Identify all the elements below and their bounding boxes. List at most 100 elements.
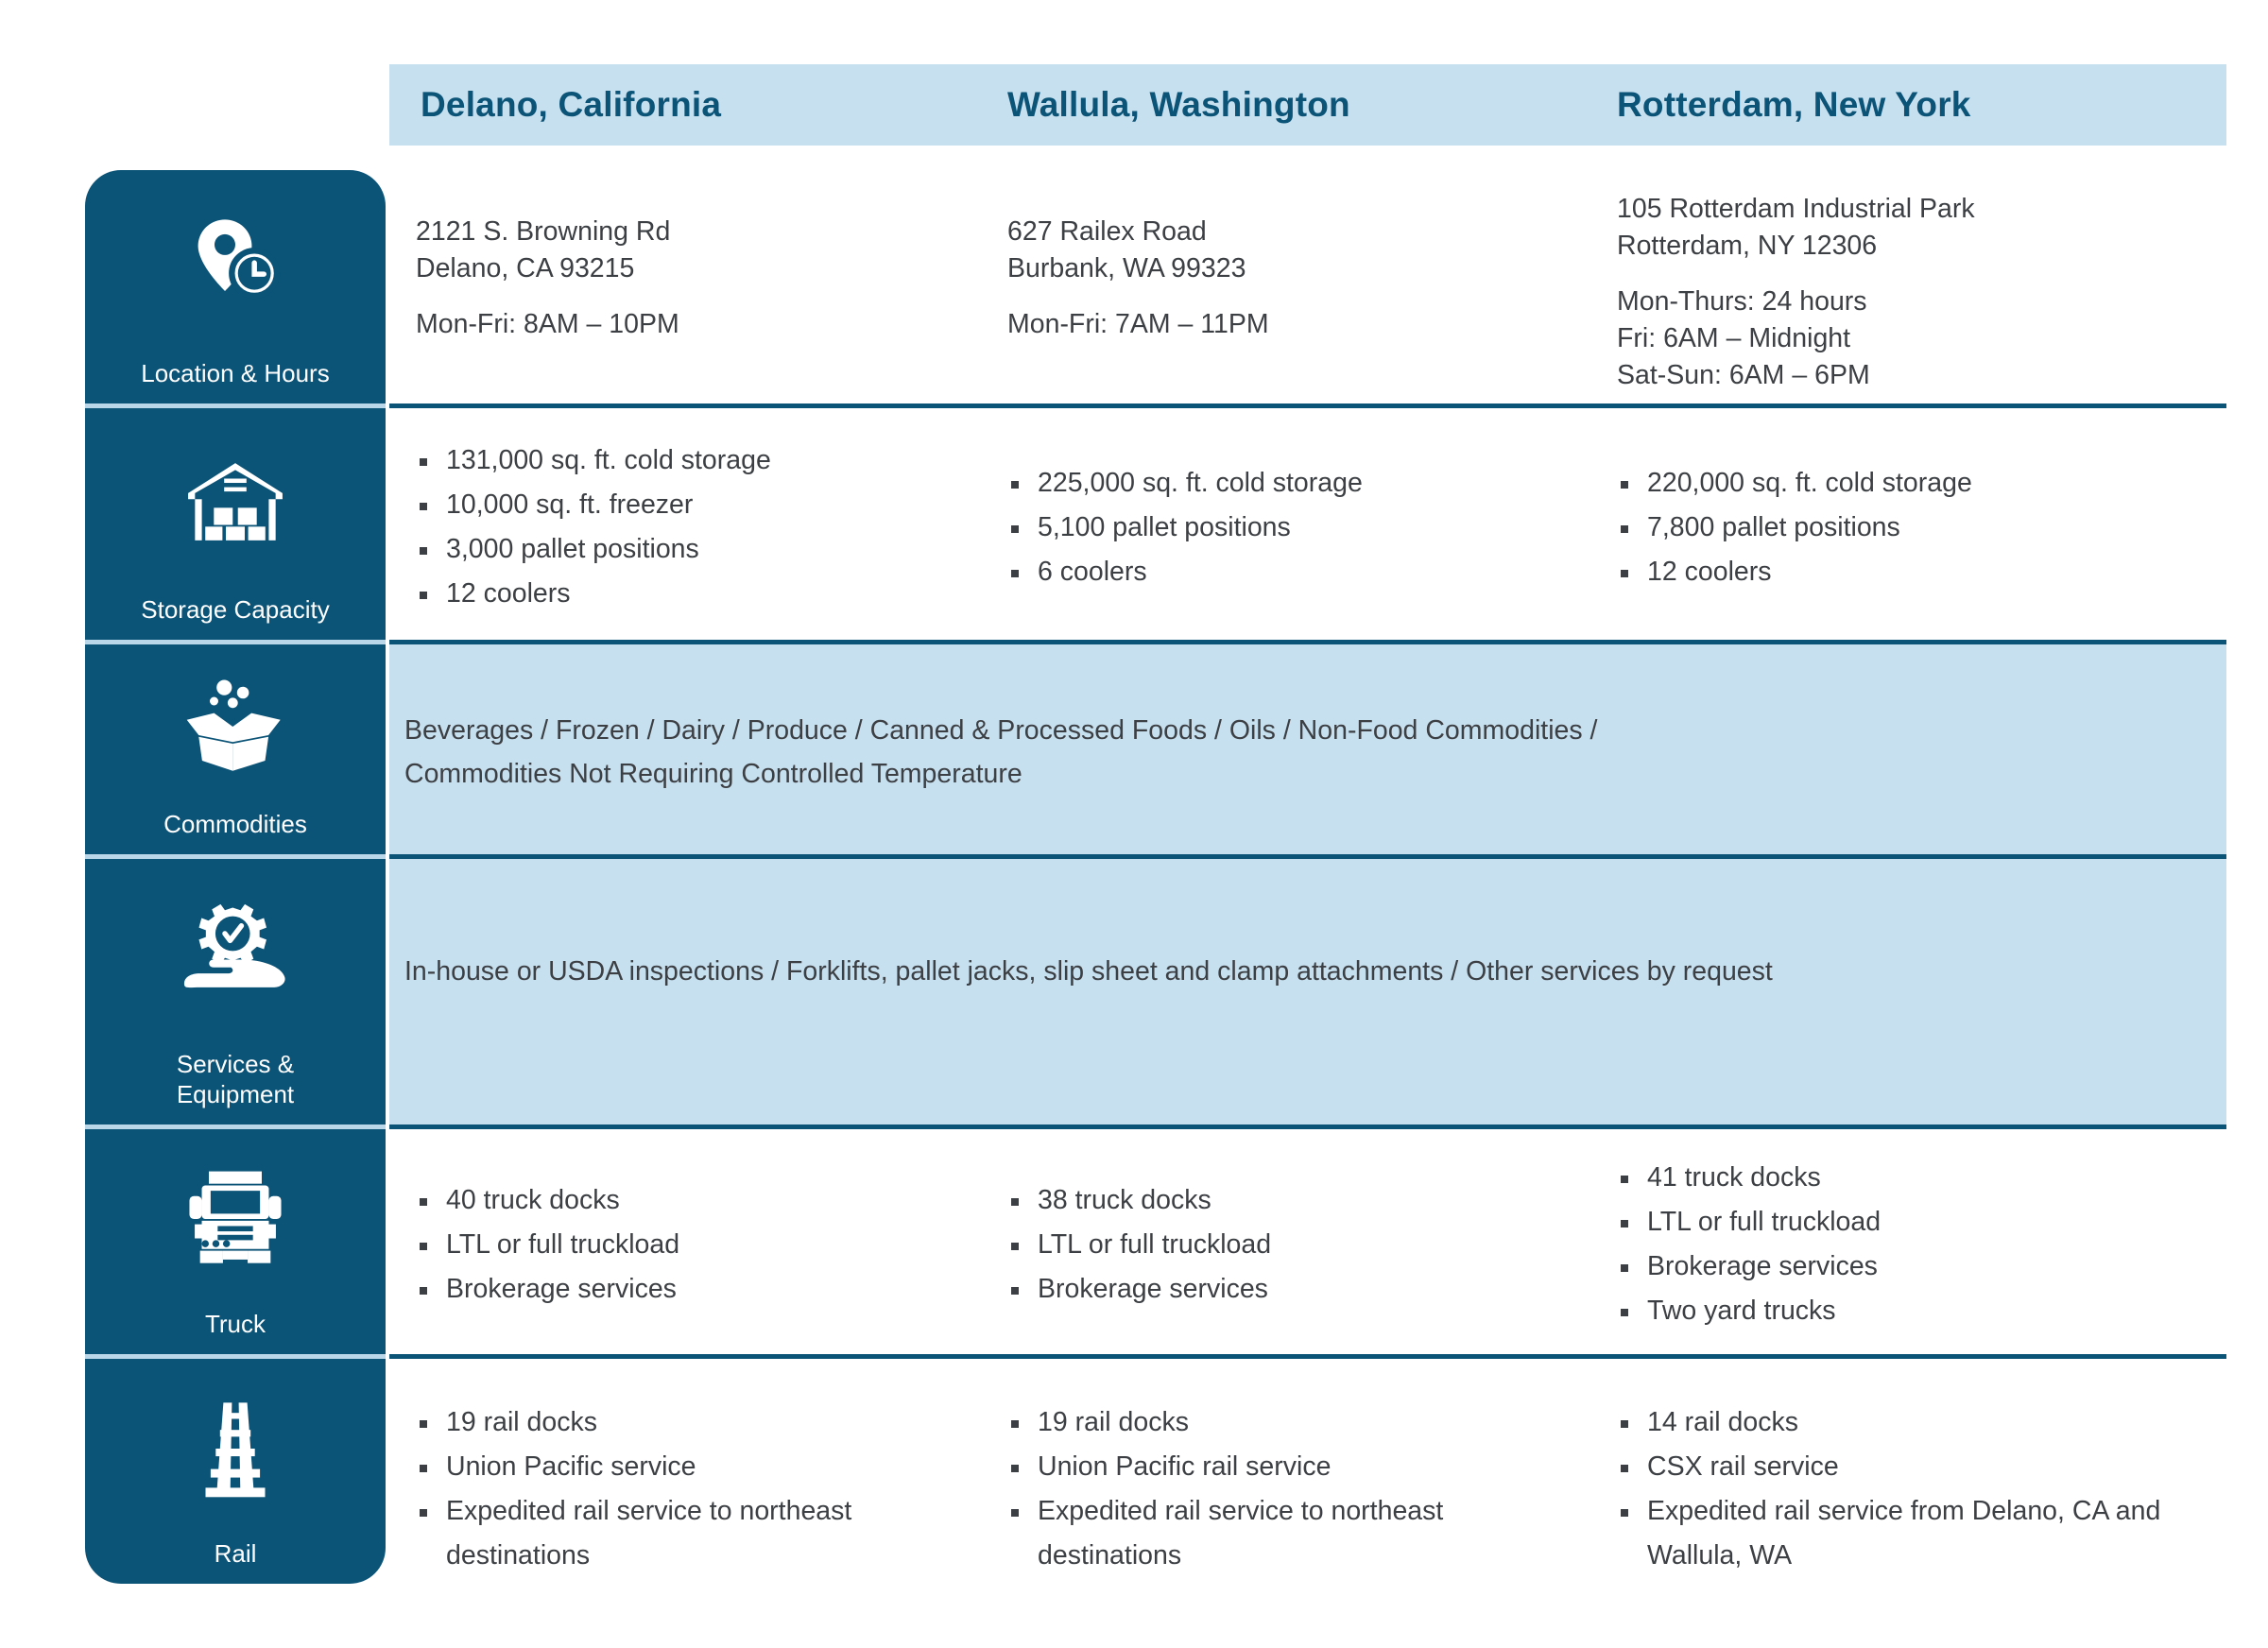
cell-storage-capacity-col2: 225,000 sq. ft. cold storage 5,100 pallet… xyxy=(985,408,1594,640)
paragraph-block: Beverages / Frozen / Dairy / Produce / C… xyxy=(404,644,2206,796)
cell-rail-col3: 14 rail docks CSX rail service Expedited r… xyxy=(1594,1359,2226,1584)
bullet-list: 19 rail docks Union Pacific rail service E… xyxy=(1007,1359,1594,1578)
address-line: 627 Railex Road xyxy=(1007,216,1207,247)
row-content-rail: 19 rail docks Union Pacific service Expedi… xyxy=(389,1359,2226,1584)
row-label-line: Services & xyxy=(176,1050,295,1078)
bullet-item: Brokerage services xyxy=(1007,1267,1594,1312)
bullet-list: 131,000 sq. ft. cold storage 10,000 sq. f… xyxy=(416,408,985,616)
bullet-list: 220,000 sq. ft. cold storage 7,800 pallet… xyxy=(1617,408,2226,594)
bullet-item: LTL or full truckload xyxy=(1617,1200,2226,1245)
bullet-item: 225,000 sq. ft. cold storage xyxy=(1007,461,1594,506)
address-line: 105 Rotterdam Industrial Park xyxy=(1617,194,1975,224)
bullet-list: 38 truck docks LTL or full truckload Broke… xyxy=(1007,1129,1594,1312)
open-box-icon xyxy=(85,644,386,809)
row-label-location-hours: Location & Hours xyxy=(141,359,330,387)
row-label-rail: Rail xyxy=(214,1539,257,1568)
bullet-item: 19 rail docks xyxy=(416,1400,985,1445)
location-pin-clock-icon xyxy=(85,170,386,358)
bullet-item: Expedited rail service to northeast dest… xyxy=(1007,1489,1594,1578)
address-line: Burbank, WA 99323 xyxy=(1007,253,1246,283)
bullet-item: 7,800 pallet positions xyxy=(1617,506,2226,550)
row-content-location-hours: 2121 S. Browning Rd Delano, CA 93215 Mon-F… xyxy=(389,170,2226,403)
infographic-table: Delano, California Wallula, Washington R… xyxy=(0,0,2268,1648)
cell-storage-capacity-col1: 131,000 sq. ft. cold storage 10,000 sq. f… xyxy=(389,408,985,640)
address-line: Delano, CA 93215 xyxy=(416,253,635,283)
row-icon-cell-location-hours: Location & Hours xyxy=(85,170,386,403)
cell-services-equipment-full: In-house or USDA inspections / Forklifts… xyxy=(389,859,2226,1124)
bullet-item: Brokerage services xyxy=(416,1267,985,1312)
row-content-services-equipment: In-house or USDA inspections / Forklifts… xyxy=(389,859,2226,1124)
cell-truck-col1: 40 truck docks LTL or full truckload Broke… xyxy=(389,1129,985,1354)
bullet-item: 12 coolers xyxy=(1617,550,2226,594)
bullet-item: Union Pacific service xyxy=(416,1445,985,1489)
cell-truck-col3: 41 truck docks LTL or full truckload Broke… xyxy=(1594,1129,2226,1354)
bullet-item: 5,100 pallet positions xyxy=(1007,506,1594,550)
bullet-item: 14 rail docks xyxy=(1617,1400,2226,1445)
row-label-line: Equipment xyxy=(176,1080,295,1108)
row-label-commodities: Commodities xyxy=(163,810,307,838)
bullet-list: 19 rail docks Union Pacific service Expedi… xyxy=(416,1359,985,1578)
truck-icon xyxy=(85,1129,386,1309)
paragraph-line: Commodities Not Requiring Controlled Tem… xyxy=(404,759,1022,789)
cell-truck-col2: 38 truck docks LTL or full truckload Broke… xyxy=(985,1129,1594,1354)
warehouse-icon xyxy=(85,408,386,594)
row-label-storage-capacity: Storage Capacity xyxy=(141,595,330,624)
bullet-list: 14 rail docks CSX rail service Expedited r… xyxy=(1617,1359,2226,1578)
row-label-services-equipment: Services & Equipment xyxy=(85,1049,386,1124)
bullet-item: 220,000 sq. ft. cold storage xyxy=(1617,461,2226,506)
bullet-item: Brokerage services xyxy=(1617,1245,2226,1289)
hours-line: Mon-Thurs: 24 hours xyxy=(1617,286,1867,317)
cell-location-hours-col2: 627 Railex Road Burbank, WA 99323 Mon-Fri:… xyxy=(985,170,1594,403)
row-icon-cell-rail: Rail xyxy=(85,1359,386,1584)
bullet-list: 40 truck docks LTL or full truckload Broke… xyxy=(416,1129,985,1312)
cell-storage-capacity-col3: 220,000 sq. ft. cold storage 7,800 pallet… xyxy=(1594,408,2226,640)
address-line: Rotterdam, NY 12306 xyxy=(1617,231,1878,261)
bullet-item: 19 rail docks xyxy=(1007,1400,1594,1445)
bullet-item: Expedited rail service to northeast dest… xyxy=(416,1489,985,1578)
hours-line: Fri: 6AM – Midnight xyxy=(1617,323,1851,353)
paragraph-line: In-house or USDA inspections / Forklifts… xyxy=(404,956,1773,987)
bullet-item: Expedited rail service from Delano, CA a… xyxy=(1617,1489,2226,1578)
bullet-list: 41 truck docks LTL or full truckload Broke… xyxy=(1617,1129,2226,1333)
cell-location-hours-col3: 105 Rotterdam Industrial Park Rotterdam, … xyxy=(1594,170,2226,403)
bullet-item: 10,000 sq. ft. freezer xyxy=(416,483,985,527)
bullet-list: 225,000 sq. ft. cold storage 5,100 pallet… xyxy=(1007,408,1594,594)
address-block: 627 Railex Road Burbank, WA 99323 Mon-Fri:… xyxy=(1007,170,1594,343)
bullet-item: 6 coolers xyxy=(1007,550,1594,594)
address-block: 2121 S. Browning Rd Delano, CA 93215 Mon-F… xyxy=(416,170,985,343)
hours-line: Mon-Fri: 8AM – 10PM xyxy=(416,309,679,339)
cell-rail-col2: 19 rail docks Union Pacific rail service E… xyxy=(985,1359,1594,1584)
gear-in-hand-icon xyxy=(85,859,386,1049)
bullet-item: 38 truck docks xyxy=(1007,1178,1594,1223)
bullet-item: LTL or full truckload xyxy=(1007,1223,1594,1267)
address-line: 2121 S. Browning Rd xyxy=(416,216,671,247)
bullet-item: 40 truck docks xyxy=(416,1178,985,1223)
row-icon-cell-commodities: Commodities xyxy=(85,644,386,854)
paragraph-line: Beverages / Frozen / Dairy / Produce / C… xyxy=(404,715,1598,746)
bullet-item: 12 coolers xyxy=(416,572,985,616)
row-icon-cell-truck: Truck xyxy=(85,1129,386,1354)
row-icon-cell-storage-capacity: Storage Capacity xyxy=(85,408,386,640)
address-block: 105 Rotterdam Industrial Park Rotterdam, … xyxy=(1617,170,2226,394)
row-content-commodities: Beverages / Frozen / Dairy / Produce / C… xyxy=(389,644,2226,854)
bullet-item: Two yard trucks xyxy=(1617,1289,2226,1333)
cell-rail-col1: 19 rail docks Union Pacific service Expedi… xyxy=(389,1359,985,1584)
bullet-item: 131,000 sq. ft. cold storage xyxy=(416,438,985,483)
row-label-truck: Truck xyxy=(204,1310,266,1338)
cell-commodities-full: Beverages / Frozen / Dairy / Produce / C… xyxy=(389,644,2226,854)
bullet-item: CSX rail service xyxy=(1617,1445,2226,1489)
bullet-item: 3,000 pallet positions xyxy=(416,527,985,572)
bullet-item: LTL or full truckload xyxy=(416,1223,985,1267)
paragraph-block: In-house or USDA inspections / Forklifts… xyxy=(404,859,2206,993)
bullet-item: 41 truck docks xyxy=(1617,1156,2226,1200)
bullet-item: Union Pacific rail service xyxy=(1007,1445,1594,1489)
row-icon-cell-services-equipment: Services & Equipment xyxy=(85,859,386,1124)
hours-line: Sat-Sun: 6AM – 6PM xyxy=(1617,360,1870,390)
hours-line: Mon-Fri: 7AM – 11PM xyxy=(1007,309,1269,339)
row-content-truck: 40 truck docks LTL or full truckload Broke… xyxy=(389,1129,2226,1354)
cell-location-hours-col1: 2121 S. Browning Rd Delano, CA 93215 Mon-F… xyxy=(389,170,985,403)
railroad-track-icon xyxy=(85,1359,386,1538)
